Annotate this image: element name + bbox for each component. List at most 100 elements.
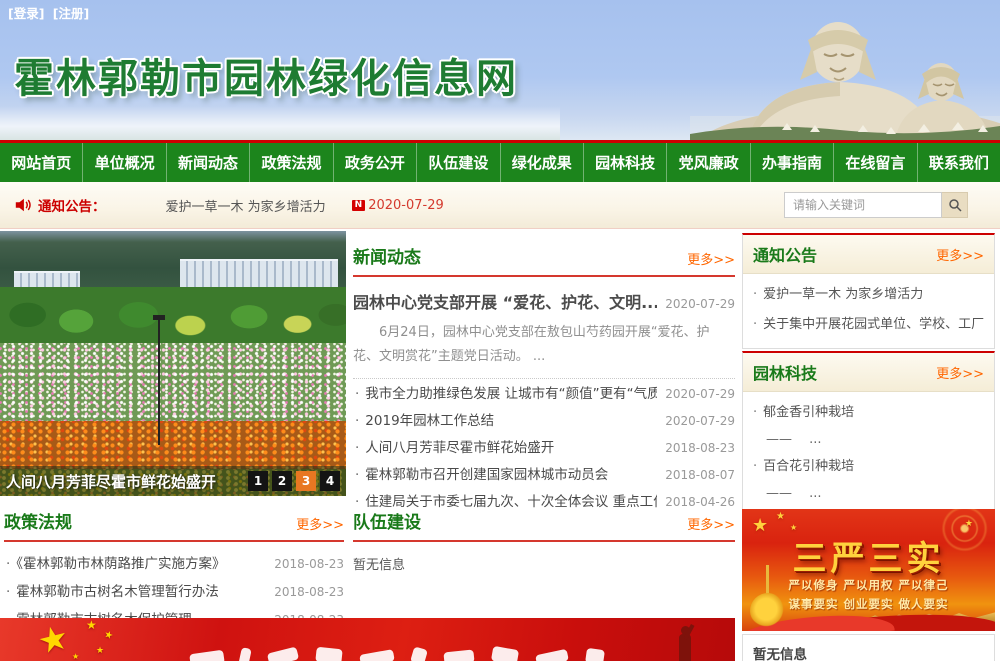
news-item-link[interactable]: 人间八月芳菲尽霍市鲜花始盛开 <box>353 435 657 462</box>
notices-box-more-link[interactable]: 更多>> <box>936 245 984 264</box>
tech-box-title: 园林科技 <box>753 360 817 384</box>
login-link[interactable]: [登录] <box>8 6 44 21</box>
bottom-right-box: 暂无信息 <box>742 634 995 661</box>
promo-banner[interactable]: ★ ★ ★ ★ 三严三实 严以修身 严以用权 严以律己 谋事要实 创业要实 做人… <box>742 509 995 631</box>
speaker-icon <box>14 196 32 214</box>
notice-headline-link[interactable]: 爱护一草一木 为家乡增活力 <box>166 196 326 215</box>
carousel-page-3[interactable]: 3 <box>296 471 316 491</box>
bottom-right-empty-text: 暂无信息 <box>753 647 807 661</box>
featured-news: 园林中心党支部开展 “爱花、护花、文明... 2020-07-29 <box>353 289 735 313</box>
carousel-page-2[interactable]: 2 <box>272 471 292 491</box>
news-item-date: 2020-07-29 <box>665 381 735 408</box>
star-icon: ★ <box>86 618 97 632</box>
nav-item-contact[interactable]: 联系我们 <box>917 143 1000 182</box>
news-list-item: 霍林郭勒市召开创建国家园林城市动员会 2018-08-07 <box>353 462 735 489</box>
calligraphy-stroke <box>491 646 519 661</box>
carousel-caption-link[interactable]: 人间八月芳菲尽霍市鲜花始盛开 <box>6 471 242 492</box>
tech-item-sub[interactable]: —— ... <box>753 482 984 506</box>
statue-silhouette <box>667 622 701 661</box>
star-icon: ★ <box>96 646 104 656</box>
page: [登录] [注册] 霍林郭勒市园林绿化信息网 <box>0 0 1000 661</box>
register-link[interactable]: [注册] <box>53 6 89 21</box>
tech-item-sub[interactable]: —— ... <box>753 428 984 452</box>
team-title: 队伍建设 <box>353 508 421 533</box>
news-item-link[interactable]: 2019年园林工作总结 <box>353 408 657 435</box>
photo-carousel[interactable]: 人间八月芳菲尽霍市鲜花始盛开 1 2 3 4 <box>0 231 346 496</box>
bottom-banner[interactable]: ★ ★ ★ ★ ★ <box>0 618 735 661</box>
tech-item-link[interactable]: 郁金香引种栽培 <box>753 398 984 428</box>
news-list-item: 2019年园林工作总结 2020-07-29 <box>353 408 735 435</box>
team-empty-text: 暂无信息 <box>353 554 735 573</box>
news-item-date: 2018-08-07 <box>665 462 735 489</box>
calligraphy-stroke <box>443 649 474 661</box>
main-nav: 网站首页 单位概况 新闻动态 政策法规 政务公开 队伍建设 绿化成果 园林科技 … <box>0 140 1000 182</box>
calligraphy-stroke <box>315 647 342 661</box>
calligraphy-stroke <box>189 650 225 661</box>
news-list: 我市全力助推绿色发展 让城市有“颜值”更有“气质” 2020-07-29 201… <box>353 381 735 516</box>
policy-item-link[interactable]: 霍林郭勒市古树名木管理暂行办法 <box>4 578 266 606</box>
notice-item-link[interactable]: 爱护一草一木 为家乡增活力 <box>753 280 984 310</box>
nav-item-policies[interactable]: 政策法规 <box>249 143 332 182</box>
featured-news-date: 2020-07-29 <box>665 297 735 311</box>
promo-banner-title: 三严三实 <box>742 531 995 580</box>
nav-item-message[interactable]: 在线留言 <box>833 143 916 182</box>
star-icon: ★ <box>965 519 973 529</box>
nav-item-team[interactable]: 队伍建设 <box>416 143 499 182</box>
team-section: 队伍建设 更多>> 暂无信息 <box>353 508 735 573</box>
notice-bar: 通知公告： 爱护一草一木 为家乡增活力 N 2020-07-29 <box>0 182 1000 229</box>
site-header: [登录] [注册] 霍林郭勒市园林绿化信息网 <box>0 0 1000 140</box>
news-item-date: 2020-07-29 <box>665 408 735 435</box>
notice-item-link[interactable]: 关于集中开展花园式单位、学校、工厂... <box>753 310 984 340</box>
policies-more-link[interactable]: 更多>> <box>296 514 344 533</box>
search-area <box>784 192 968 218</box>
nav-item-about[interactable]: 单位概况 <box>82 143 165 182</box>
notices-box-title: 通知公告 <box>753 242 817 266</box>
search-button[interactable] <box>942 192 968 218</box>
calligraphy-stroke <box>359 649 395 661</box>
calligraphy-stroke <box>267 647 299 661</box>
promo-banner-line1: 严以修身 严以用权 严以律己 <box>742 577 995 593</box>
news-more-link[interactable]: 更多>> <box>687 249 735 268</box>
nav-item-achievements[interactable]: 绿化成果 <box>500 143 583 182</box>
news-list-item: 我市全力助推绿色发展 让城市有“颜值”更有“气质” 2020-07-29 <box>353 381 735 408</box>
party-emblem-icon <box>750 593 786 629</box>
star-icon: ★ <box>34 618 73 661</box>
carousel-photo-trees <box>0 287 346 349</box>
nav-item-guide[interactable]: 办事指南 <box>750 143 833 182</box>
calligraphy-stroke <box>585 648 605 661</box>
new-badge: N <box>352 200 366 211</box>
news-section: 新闻动态 更多>> 园林中心党支部开展 “爱花、护花、文明... 2020-07… <box>353 243 735 516</box>
news-item-link[interactable]: 霍林郭勒市召开创建国家园林城市动员会 <box>353 462 657 489</box>
news-header: 新闻动态 更多>> <box>353 243 735 277</box>
calligraphy-stroke <box>535 649 569 661</box>
search-input[interactable] <box>784 192 942 218</box>
policies-section: 政策法规 更多>> 《霍林郭勒市林荫路推广实施方案》 2018-08-23 霍林… <box>4 508 344 634</box>
policy-item-date: 2018-08-23 <box>274 578 344 606</box>
carousel-caption-bar: 人间八月芳菲尽霍市鲜花始盛开 1 2 3 4 <box>0 466 346 496</box>
tech-box: 园林科技 更多>> 郁金香引种栽培 —— ... 百合花引种栽培 —— ... <box>742 351 995 515</box>
carousel-photo-orange-flowers <box>0 421 346 469</box>
nav-item-news[interactable]: 新闻动态 <box>166 143 249 182</box>
nav-item-home[interactable]: 网站首页 <box>0 143 82 182</box>
policy-list-item: 《霍林郭勒市林荫路推广实施方案》 2018-08-23 <box>4 550 344 578</box>
news-title: 新闻动态 <box>353 243 421 268</box>
news-item-link[interactable]: 我市全力助推绿色发展 让城市有“颜值”更有“气质” <box>353 381 657 408</box>
tech-box-more-link[interactable]: 更多>> <box>936 363 984 382</box>
team-more-link[interactable]: 更多>> <box>687 514 735 533</box>
policy-item-date: 2018-08-23 <box>274 550 344 578</box>
carousel-page-1[interactable]: 1 <box>248 471 268 491</box>
nav-item-gov-affairs[interactable]: 政务公开 <box>333 143 416 182</box>
policy-item-link[interactable]: 《霍林郭勒市林荫路推广实施方案》 <box>4 550 266 578</box>
featured-news-title[interactable]: 园林中心党支部开展 “爱花、护花、文明... <box>353 289 657 313</box>
carousel-pager: 1 2 3 4 <box>248 471 340 491</box>
featured-news-summary[interactable]: 6月24日，园林中心党支部在敖包山芍药园开展“爱花、护花、文明赏花”主题党日活动… <box>353 321 735 369</box>
tech-item-link[interactable]: 百合花引种栽培 <box>753 452 984 482</box>
tech-box-body: 郁金香引种栽培 —— ... 百合花引种栽培 —— ... <box>743 392 994 514</box>
genghis-statues-icon <box>690 0 1000 140</box>
star-icon: ★ <box>102 629 114 642</box>
carousel-photo-pink-flowers <box>0 343 346 421</box>
nav-item-party[interactable]: 党风廉政 <box>666 143 749 182</box>
calligraphy-stroke <box>238 647 252 661</box>
carousel-page-4[interactable]: 4 <box>320 471 340 491</box>
nav-item-tech[interactable]: 园林科技 <box>583 143 666 182</box>
